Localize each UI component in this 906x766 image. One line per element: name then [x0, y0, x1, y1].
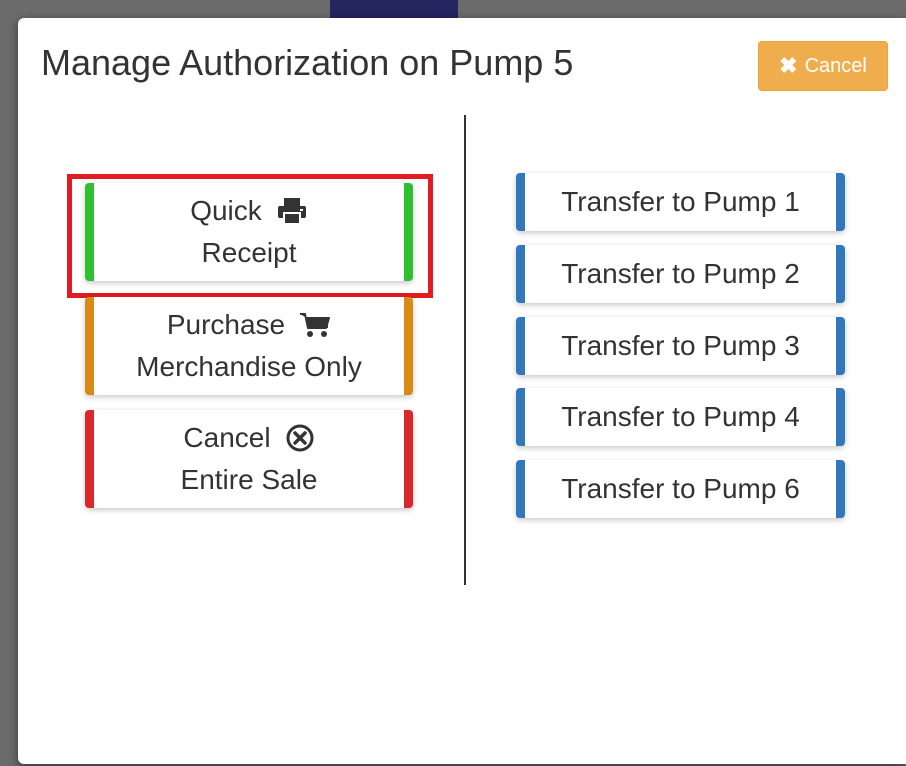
transfer-to-pump-3-button[interactable]: Transfer to Pump 3: [516, 317, 845, 375]
cancel-entire-sale-label-line2: Entire Sale: [180, 464, 318, 495]
shopping-cart-icon: [299, 311, 331, 339]
transfer-label: Transfer to Pump 2: [561, 258, 800, 289]
transfer-label: Transfer to Pump 4: [561, 401, 800, 432]
cancel-button-label: Cancel: [804, 54, 867, 77]
column-divider: [464, 115, 466, 585]
times-icon: ✖: [779, 53, 798, 78]
cancel-entire-sale-button[interactable]: Cancel Entire Sale: [85, 410, 413, 508]
cancel-circle-icon: [285, 423, 315, 453]
backdrop-tile: [330, 0, 458, 18]
transfer-to-pump-6-button[interactable]: Transfer to Pump 6: [516, 460, 845, 518]
transfer-to-pump-1-button[interactable]: Transfer to Pump 1: [516, 173, 845, 231]
transfer-to-pump-4-button[interactable]: Transfer to Pump 4: [516, 388, 845, 446]
quick-receipt-button[interactable]: Quick Receipt: [85, 183, 413, 281]
quick-receipt-label-line1: Quick: [190, 195, 262, 226]
purchase-merchandise-label-line1: Purchase: [166, 309, 286, 340]
cancel-entire-sale-label-line1: Cancel: [183, 422, 271, 453]
transfer-label: Transfer to Pump 1: [561, 186, 800, 217]
transfer-label: Transfer to Pump 3: [561, 330, 800, 361]
transfer-label: Transfer to Pump 6: [561, 473, 800, 504]
purchase-merchandise-only-button[interactable]: Purchase Merchandise Only: [85, 297, 413, 395]
quick-receipt-label-line2: Receipt: [201, 237, 297, 268]
purchase-merchandise-label-line2: Merchandise Only: [136, 351, 362, 382]
transfer-to-pump-2-button[interactable]: Transfer to Pump 2: [516, 245, 845, 303]
modal-title: Manage Authorization on Pump 5: [41, 42, 574, 83]
cancel-button[interactable]: ✖ Cancel: [758, 41, 888, 91]
manage-authorization-modal: Manage Authorization on Pump 5 ✖ Cancel …: [18, 18, 906, 764]
printer-icon: [276, 197, 308, 225]
